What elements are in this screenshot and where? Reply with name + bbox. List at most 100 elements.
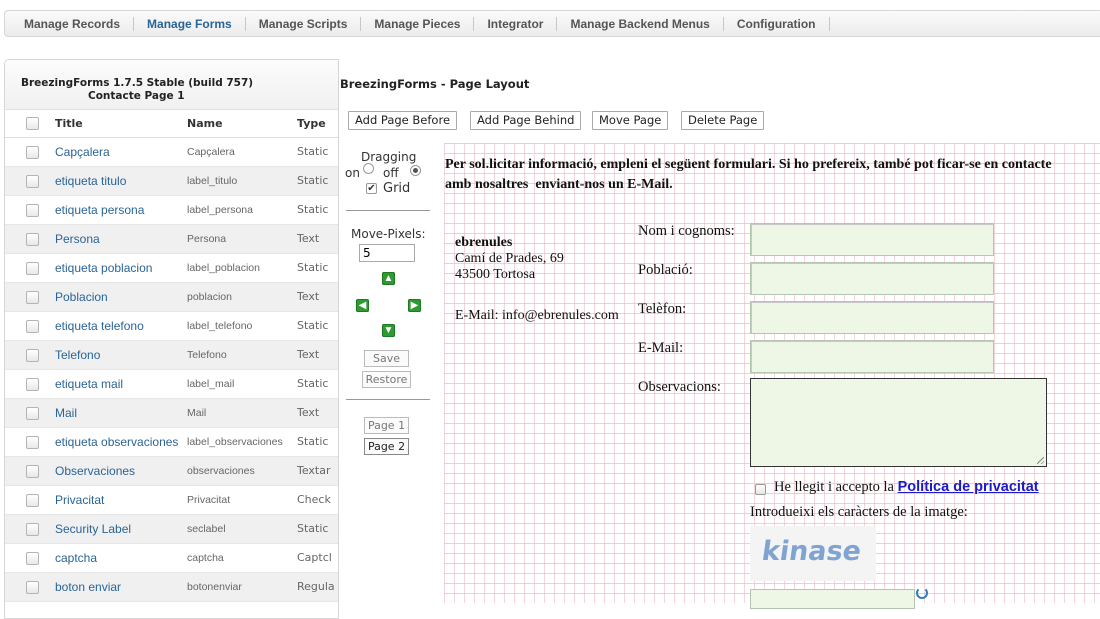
row-title-link[interactable]: etiqueta poblacion bbox=[51, 253, 187, 283]
select-all-checkbox[interactable] bbox=[26, 117, 39, 130]
form-intro-line-2: amb nosaltres enviant-nos un E-Mail. bbox=[445, 177, 673, 192]
table-row[interactable]: boton enviar botonenviar Regula bbox=[5, 572, 338, 602]
row-name: observaciones bbox=[187, 456, 297, 486]
row-checkbox[interactable] bbox=[26, 522, 39, 536]
page-layout-canvas[interactable]: Per sol.licitar informació, empleni el s… bbox=[444, 143, 1100, 609]
nav-integrator[interactable]: Integrator bbox=[474, 16, 558, 31]
row-name: label_poblacion bbox=[187, 253, 297, 283]
nav-configuration[interactable]: Configuration bbox=[724, 16, 830, 31]
column-header-name[interactable]: Name bbox=[187, 110, 297, 138]
refresh-captcha-icon[interactable] bbox=[916, 587, 928, 599]
elements-table: Title Name Type Capçalera Capçalera Static… bbox=[5, 110, 338, 602]
dragging-off-label: off bbox=[383, 166, 399, 180]
grid-checkbox[interactable]: ✔ bbox=[366, 183, 377, 194]
input-telefon[interactable] bbox=[750, 301, 994, 334]
row-checkbox[interactable] bbox=[26, 174, 39, 188]
move-page-button[interactable]: Move Page bbox=[592, 111, 669, 130]
row-checkbox[interactable] bbox=[26, 203, 39, 217]
label-poblacio: Població: bbox=[638, 262, 693, 278]
table-row[interactable]: Privacitat Privacitat Check bbox=[5, 485, 338, 515]
row-title-link[interactable]: etiqueta titulo bbox=[51, 166, 187, 196]
move-pixels-label: Move-Pixels: bbox=[351, 227, 426, 241]
nav-manage-pieces[interactable]: Manage Pieces bbox=[361, 16, 475, 31]
row-title-link[interactable]: Telefono bbox=[51, 340, 187, 370]
row-name: botonenviar bbox=[187, 572, 297, 602]
row-type: Text bbox=[297, 224, 338, 254]
row-name: poblacion bbox=[187, 282, 297, 312]
company-name: ebrenules bbox=[455, 235, 513, 250]
row-checkbox[interactable] bbox=[26, 261, 39, 275]
dragging-on-label: on bbox=[345, 166, 360, 180]
table-row[interactable]: Observaciones observaciones Textar bbox=[5, 456, 338, 486]
row-checkbox[interactable] bbox=[26, 145, 39, 159]
table-row[interactable]: etiqueta observaciones label_observacione… bbox=[5, 427, 338, 457]
row-title-link[interactable]: etiqueta persona bbox=[51, 195, 187, 225]
privacy-checkbox[interactable] bbox=[755, 484, 766, 495]
row-title-link[interactable]: Security Label bbox=[51, 514, 187, 544]
table-row[interactable]: Capçalera Capçalera Static bbox=[5, 137, 338, 167]
input-nom-cognoms[interactable] bbox=[750, 223, 994, 256]
move-up-arrow-icon[interactable]: ▲ bbox=[382, 272, 395, 285]
row-checkbox[interactable] bbox=[26, 435, 39, 449]
table-row[interactable]: etiqueta titulo label_titulo Static bbox=[5, 166, 338, 196]
row-checkbox[interactable] bbox=[26, 348, 39, 362]
row-title-link[interactable]: Poblacion bbox=[51, 282, 187, 312]
page-1-button[interactable]: Page 1 bbox=[364, 417, 409, 434]
table-row[interactable]: etiqueta persona label_persona Static bbox=[5, 195, 338, 225]
row-checkbox[interactable] bbox=[26, 377, 39, 391]
move-right-arrow-icon[interactable]: ▶ bbox=[408, 299, 421, 312]
restore-button[interactable]: Restore bbox=[362, 371, 411, 388]
delete-page-button[interactable]: Delete Page bbox=[681, 111, 765, 130]
row-checkbox[interactable] bbox=[26, 464, 39, 478]
page-2-button[interactable]: Page 2 bbox=[364, 438, 409, 455]
row-checkbox[interactable] bbox=[26, 551, 39, 565]
table-row[interactable]: etiqueta mail label_mail Static bbox=[5, 369, 338, 399]
row-title-link[interactable]: Capçalera bbox=[51, 137, 187, 167]
privacy-policy-link[interactable]: Política de privacitat bbox=[898, 479, 1039, 495]
nav-manage-forms[interactable]: Manage Forms bbox=[134, 16, 246, 31]
row-title-link[interactable]: Privacitat bbox=[51, 485, 187, 515]
row-title-link[interactable]: Mail bbox=[51, 398, 187, 428]
row-type: Text bbox=[297, 398, 338, 428]
row-title-link[interactable]: Persona bbox=[51, 224, 187, 254]
column-header-type[interactable]: Type bbox=[297, 110, 338, 138]
row-checkbox[interactable] bbox=[26, 232, 39, 246]
add-page-before-button[interactable]: Add Page Before bbox=[348, 111, 458, 130]
textarea-observacions[interactable] bbox=[750, 378, 1047, 467]
dragging-on-radio[interactable] bbox=[363, 163, 374, 174]
add-page-behind-button[interactable]: Add Page Behind bbox=[470, 111, 582, 130]
table-row[interactable]: Security Label seclabel Static bbox=[5, 514, 338, 544]
table-row[interactable]: Poblacion poblacion Text bbox=[5, 282, 338, 312]
save-button[interactable]: Save bbox=[364, 350, 409, 367]
table-row[interactable]: Persona Persona Text bbox=[5, 224, 338, 254]
label-telefon: Telèfon: bbox=[638, 301, 687, 317]
dragging-off-radio[interactable] bbox=[410, 165, 421, 176]
row-checkbox[interactable] bbox=[26, 493, 39, 507]
move-down-arrow-icon[interactable]: ▼ bbox=[382, 324, 395, 337]
row-checkbox[interactable] bbox=[26, 290, 39, 304]
table-row[interactable]: etiqueta poblacion label_poblacion Static bbox=[5, 253, 338, 283]
table-row[interactable]: captcha captcha Captcl bbox=[5, 543, 338, 573]
nav-manage-scripts[interactable]: Manage Scripts bbox=[246, 16, 362, 31]
row-title-link[interactable]: captcha bbox=[51, 543, 187, 573]
row-checkbox[interactable] bbox=[26, 406, 39, 420]
move-left-arrow-icon[interactable]: ◀ bbox=[356, 299, 369, 312]
row-title-link[interactable]: boton enviar bbox=[51, 572, 187, 602]
row-checkbox[interactable] bbox=[26, 580, 39, 594]
move-pixels-input[interactable] bbox=[359, 244, 415, 262]
nav-manage-records[interactable]: Manage Records bbox=[11, 16, 135, 31]
table-row[interactable]: Telefono Telefono Text bbox=[5, 340, 338, 370]
row-checkbox[interactable] bbox=[26, 319, 39, 333]
table-row[interactable]: etiqueta telefono label_telefono Static bbox=[5, 311, 338, 341]
row-title-link[interactable]: etiqueta mail bbox=[51, 369, 187, 399]
row-name: Privacitat bbox=[187, 485, 297, 515]
row-title-link[interactable]: etiqueta telefono bbox=[51, 311, 187, 341]
row-title-link[interactable]: Observaciones bbox=[51, 456, 187, 486]
nav-manage-backend-menus[interactable]: Manage Backend Menus bbox=[557, 16, 724, 31]
captcha-input[interactable] bbox=[750, 589, 915, 609]
table-row[interactable]: Mail Mail Text bbox=[5, 398, 338, 428]
input-poblacio[interactable] bbox=[750, 262, 994, 295]
input-email[interactable] bbox=[750, 340, 994, 373]
column-header-title[interactable]: Title bbox=[51, 110, 187, 138]
row-title-link[interactable]: etiqueta observaciones bbox=[51, 427, 187, 457]
